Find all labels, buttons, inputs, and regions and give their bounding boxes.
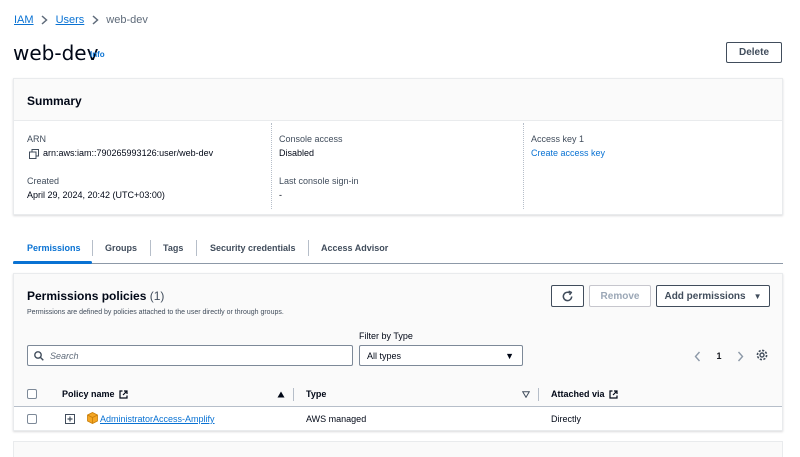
select-all-checkbox[interactable] [27, 389, 37, 399]
table-row: AdministratorAccess-Amplify AWS managed … [14, 407, 782, 431]
tab-separator [308, 240, 309, 256]
sort-ascending-icon[interactable] [277, 381, 285, 407]
aws-managed-policy-icon [87, 412, 98, 424]
tab-permissions[interactable]: Permissions [27, 232, 81, 263]
last-signin-label: Last console sign-in [279, 176, 359, 186]
permissions-title-text: Permissions policies [27, 289, 147, 303]
add-permissions-button[interactable]: Add permissions ▼ [656, 285, 770, 307]
policy-type: AWS managed [306, 414, 367, 424]
sort-descending-icon[interactable] [522, 381, 530, 407]
refresh-icon [562, 289, 573, 301]
last-signin-value: - [279, 190, 282, 200]
search-input[interactable] [50, 350, 330, 361]
tab-security-credentials[interactable]: Security credentials [210, 232, 296, 263]
tab-bar: Permissions Groups Tags Security credent… [13, 232, 783, 264]
caret-down-icon: ▼ [505, 350, 514, 361]
breadcrumb-iam-link[interactable]: IAM [14, 14, 34, 26]
settings-gear-icon[interactable] [755, 348, 769, 362]
arn-value-row: arn:aws:iam::790265993126:user/web-dev [29, 148, 213, 159]
search-field[interactable] [27, 345, 353, 366]
tab-separator [92, 240, 93, 256]
chevron-right-icon [34, 15, 56, 25]
column-policy-name-label: Policy name [62, 389, 115, 399]
previous-page-icon[interactable] [694, 351, 701, 362]
filter-type-select[interactable]: All types ▼ [359, 345, 523, 366]
external-link-icon [118, 389, 128, 399]
refresh-button[interactable] [551, 285, 584, 307]
column-divider [271, 123, 272, 209]
breadcrumb-users-link[interactable]: Users [56, 14, 85, 26]
breadcrumb-current: web-dev [106, 14, 148, 26]
created-label: Created [27, 176, 60, 186]
tab-access-advisor[interactable]: Access Advisor [321, 232, 388, 263]
tab-separator [196, 240, 197, 256]
tab-groups[interactable]: Groups [105, 232, 137, 263]
create-access-key-link[interactable]: Create access key [531, 148, 605, 158]
add-permissions-label: Add permissions [664, 290, 746, 302]
summary-header: Summary [14, 79, 782, 121]
permissions-title: Permissions policies (1) [27, 289, 164, 303]
column-divider [523, 123, 524, 209]
caret-down-icon: ▼ [753, 291, 762, 301]
permissions-count: (1) [149, 289, 165, 303]
column-attached-via-label: Attached via [551, 389, 605, 399]
filter-type-value: All types [367, 350, 402, 361]
arn-value: arn:aws:iam::790265993126:user/web-dev [43, 148, 214, 158]
delete-button[interactable]: Delete [726, 42, 782, 63]
search-icon [34, 350, 44, 361]
active-tab-indicator [13, 261, 92, 264]
policy-name-link[interactable]: AdministratorAccess-Amplify [100, 407, 215, 431]
chevron-right-icon [84, 15, 106, 25]
row-checkbox[interactable] [27, 414, 37, 424]
permissions-policies-container: Permissions policies (1) Permissions are… [13, 273, 783, 431]
breadcrumb: IAM Users web-dev [14, 13, 148, 27]
pagination: 1 [694, 348, 744, 364]
tab-separator [150, 240, 151, 256]
filter-by-type-label: Filter by Type [359, 331, 413, 341]
table-header: Policy name Type Attached via [14, 381, 782, 407]
current-page[interactable]: 1 [716, 351, 721, 361]
next-page-icon[interactable] [737, 351, 744, 362]
created-value: April 29, 2024, 20:42 (UTC+03:00) [27, 190, 165, 200]
arn-label: ARN [27, 134, 47, 144]
info-link[interactable]: Info [90, 50, 105, 59]
column-divider [293, 388, 294, 401]
summary-container: Summary ARN arn:aws:iam::790265993126:us… [13, 78, 783, 215]
access-key-label: Access key 1 [531, 134, 585, 144]
summary-title: Summary [27, 94, 82, 108]
console-access-label: Console access [279, 134, 343, 144]
column-divider [538, 388, 539, 401]
page-title: web-dev [13, 41, 99, 65]
expand-plus-icon[interactable] [65, 414, 75, 424]
column-type[interactable]: Type [306, 381, 326, 407]
column-attached-via[interactable]: Attached via [551, 381, 618, 407]
permissions-description: Permissions are defined by policies atta… [27, 309, 284, 316]
column-policy-name[interactable]: Policy name [62, 381, 128, 407]
console-access-value: Disabled [279, 148, 315, 158]
remove-button[interactable]: Remove [589, 285, 651, 307]
external-link-icon [608, 389, 618, 399]
policy-attached-via: Directly [551, 414, 582, 424]
tab-tags[interactable]: Tags [163, 232, 183, 263]
next-section-container [13, 441, 783, 457]
copy-icon[interactable] [29, 148, 39, 159]
